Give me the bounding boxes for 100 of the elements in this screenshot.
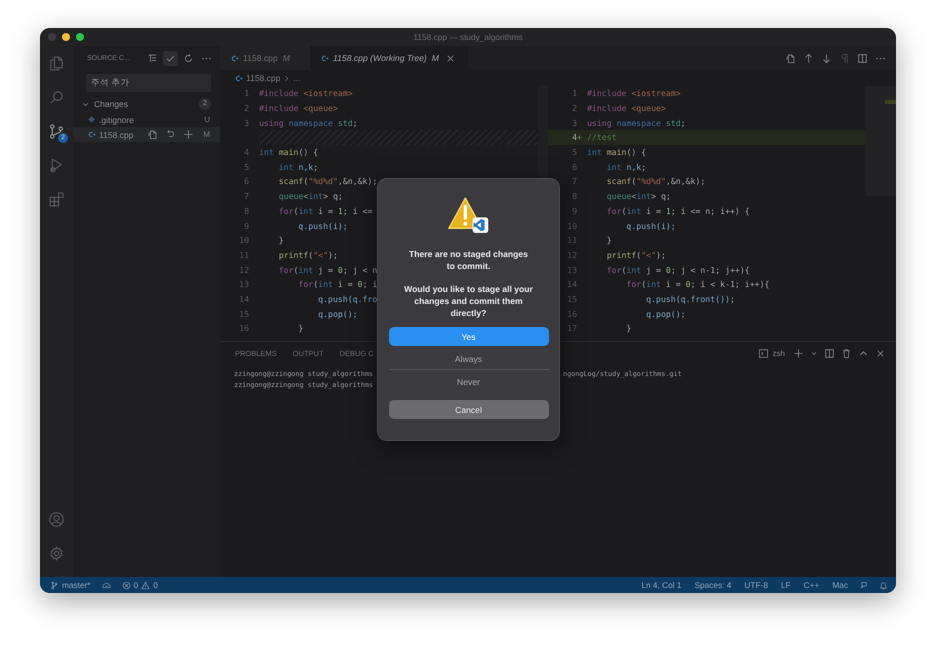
added-marker: + xyxy=(577,132,582,142)
code-line: for(int j = 0; j < n-1; j++){ xyxy=(606,264,750,275)
code-line: #include <queue> xyxy=(259,103,338,114)
file-icon xyxy=(234,74,243,82)
code-line: #include <queue> xyxy=(587,103,666,114)
status-item[interactable]: UTF-8 xyxy=(744,580,768,590)
code-line: //test xyxy=(587,132,617,142)
dialog-message: Would you like to stage all your changes and commit them directly? xyxy=(403,283,534,319)
line-number: 8 xyxy=(571,191,577,202)
code-line: using namespace std; xyxy=(587,118,686,128)
branch-name[interactable]: master* xyxy=(62,580,91,590)
file-icon xyxy=(230,54,239,62)
feedback-icon[interactable] xyxy=(859,580,868,590)
line-number: 3 xyxy=(243,118,249,128)
code-line: #include <iostream> xyxy=(259,88,353,98)
code-line: } xyxy=(606,235,612,246)
line-number: 16 xyxy=(566,308,577,319)
line-number: 13 xyxy=(238,279,249,290)
status-item[interactable]: LF xyxy=(780,580,791,590)
code-line: q.push(q.front()); xyxy=(645,294,735,304)
warning-icon xyxy=(141,580,150,590)
line-number: 14 xyxy=(238,294,249,304)
commit-message-field[interactable]: 주석 추가 xyxy=(86,74,211,92)
code-line: q.push(i); xyxy=(297,220,348,231)
code-line: printf("<"); xyxy=(606,250,666,260)
branch-icon xyxy=(50,580,59,590)
line-number: 9 xyxy=(243,220,249,231)
breadcrumb-item[interactable]: 1158.cpp xyxy=(246,73,280,83)
bell-icon[interactable] xyxy=(879,580,888,590)
file-name: .gitignore xyxy=(99,114,135,124)
search-icon[interactable] xyxy=(48,88,65,106)
cloud-icon[interactable] xyxy=(102,580,111,590)
file-item[interactable]: 1158.cpp M xyxy=(73,127,220,142)
line-number: 15 xyxy=(238,308,249,319)
code-line: for(int i = 0; i < k-1; i++){ xyxy=(625,279,770,290)
file-item[interactable]: .gitignore U xyxy=(73,112,220,127)
window-title: 1158.cpp — study_algorithms xyxy=(413,32,523,42)
editor-tab[interactable]: 1158.cpp (Working Tree) M xyxy=(310,46,468,70)
line-number: 15 xyxy=(566,294,577,304)
diamond-icon xyxy=(87,115,96,124)
status-item[interactable]: Ln 4, Col 1 xyxy=(641,580,682,590)
breadcrumb-item[interactable]: ... xyxy=(293,73,300,83)
minimize-button[interactable] xyxy=(62,33,70,41)
code-line: #include <iostream> xyxy=(587,88,681,98)
line-number: 2 xyxy=(571,103,577,114)
code-line: } xyxy=(297,323,304,334)
terminal-name[interactable]: zsh xyxy=(772,348,785,358)
line-number: 6 xyxy=(243,176,249,186)
line-number: 3 xyxy=(571,118,577,128)
code-line: for(int i = 0; i xyxy=(297,279,378,290)
line-number: 9 xyxy=(571,206,577,216)
dialog-button[interactable]: Yes xyxy=(388,327,548,346)
line-number: 2 xyxy=(243,103,249,114)
code-line: for(int j = 0; j < n xyxy=(278,264,378,275)
extensions-icon[interactable] xyxy=(48,190,65,208)
run-icon[interactable] xyxy=(48,156,65,174)
account-icon[interactable] xyxy=(48,510,65,528)
code-line: using namespace std; xyxy=(259,118,358,128)
line-number: 7 xyxy=(243,191,249,202)
section-title: Changes xyxy=(94,99,130,109)
line-number: 13 xyxy=(566,264,577,275)
files-icon[interactable] xyxy=(48,54,65,72)
error-count[interactable]: 0 xyxy=(134,580,138,590)
status-item[interactable]: C++ xyxy=(804,580,820,590)
line-number: 1 xyxy=(243,88,249,98)
dialog-button[interactable]: Never xyxy=(388,373,548,390)
code-line: int main() { xyxy=(259,147,318,158)
line-number: 8 xyxy=(243,206,249,216)
line-number: 12 xyxy=(238,264,249,275)
status-item[interactable]: Spaces: 4 xyxy=(694,580,732,590)
code-line: int main() { xyxy=(587,147,646,158)
file-icon xyxy=(320,54,329,62)
code-line: } xyxy=(625,323,632,334)
line-number: 5 xyxy=(571,147,577,158)
code-line: int n,k; xyxy=(278,162,318,172)
source-control-icon[interactable] xyxy=(48,122,65,140)
chevron-icon xyxy=(283,74,290,82)
line-number: 5 xyxy=(243,162,249,172)
line-number: 17 xyxy=(566,323,577,334)
status-item[interactable]: Mac xyxy=(832,580,848,590)
warning-icon xyxy=(446,195,490,236)
zoom-button[interactable] xyxy=(76,33,84,41)
code-line: q.push(i); xyxy=(625,220,676,231)
file-status: M xyxy=(203,130,210,139)
line-number: 6 xyxy=(571,162,577,172)
dialog-button[interactable]: Always xyxy=(388,350,548,367)
code-line: q.push(q.fro xyxy=(317,294,378,304)
code-line: q.pop(); xyxy=(645,308,686,319)
error-icon xyxy=(122,580,131,590)
line-number: 10 xyxy=(566,220,577,231)
line-number: 7 xyxy=(571,176,577,186)
line-number: 11 xyxy=(566,235,577,246)
line-number: 11 xyxy=(238,250,249,260)
code-line: scanf("%d%d",&n,&k); xyxy=(606,176,706,186)
line-number: 4 xyxy=(571,132,577,142)
cancel-button[interactable]: Cancel xyxy=(388,400,548,419)
settings-icon[interactable] xyxy=(48,544,65,562)
line-number: 10 xyxy=(238,235,249,246)
warning-count[interactable]: 0 xyxy=(153,580,158,590)
check-icon[interactable] xyxy=(163,50,178,66)
